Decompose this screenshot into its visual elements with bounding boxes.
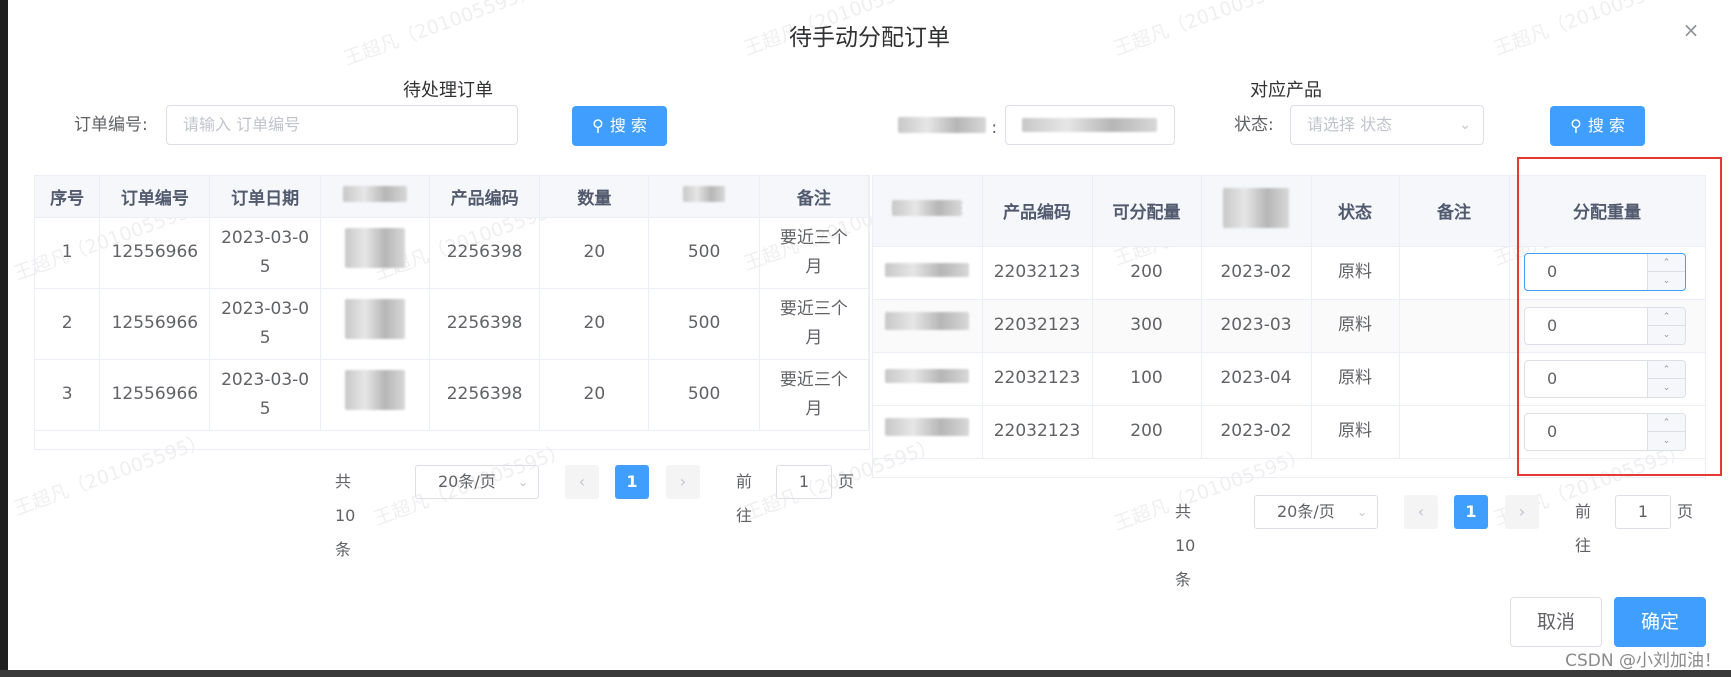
redacted-cell: [873, 246, 983, 300]
left-search-button[interactable]: ⚲ 搜 索: [572, 106, 667, 146]
redacted-cell: [320, 217, 430, 289]
col-header-redacted: [873, 176, 983, 247]
right-section-title: 对应产品: [1250, 80, 1322, 101]
col-header-redacted: [320, 176, 430, 218]
col-header: 状态: [1311, 176, 1400, 247]
dialog-title: 待手动分配订单: [789, 25, 950, 51]
redacted-cell: [320, 359, 430, 431]
credit-watermark: CSDN @小刘加油！: [1565, 651, 1721, 671]
page-unit-label: 页: [838, 472, 855, 491]
redacted-filter-input[interactable]: [1005, 105, 1175, 145]
chevron-left-icon: ‹: [578, 472, 586, 491]
col-header-redacted: [1201, 176, 1312, 247]
col-header: 可分配量: [1092, 176, 1202, 247]
col-header: 序号: [35, 176, 101, 218]
order-table: 序号 订单编号 订单日期 产品编码 数量 备注 1 12556966 2023-…: [34, 175, 870, 450]
total-count: 共 10 条: [335, 472, 356, 559]
chevron-down-icon: ⌄: [1356, 505, 1367, 519]
page-size-select[interactable]: 20条/页 ⌄: [1254, 495, 1378, 529]
search-icon: ⚲: [592, 116, 604, 135]
col-header: 数量: [539, 176, 650, 218]
col-header: 备注: [1399, 176, 1510, 247]
goto-page-input[interactable]: 1: [1615, 495, 1671, 529]
chevron-down-icon: ⌄: [1459, 117, 1471, 133]
status-select[interactable]: 请选择 状态 ⌄: [1290, 105, 1484, 145]
backdrop-left: [0, 0, 8, 677]
goto-label: 前往: [1575, 502, 1592, 555]
backdrop-bottom: [0, 670, 1731, 677]
table-row[interactable]: 2 12556966 2023-03-0 5 2256398 20 500 要近三…: [35, 288, 870, 360]
redacted-cell: [873, 352, 983, 406]
order-no-label: 订单编号:: [74, 115, 148, 135]
col-header: 订单编号: [99, 176, 211, 218]
total-count: 共 10 条: [1175, 502, 1196, 589]
table-row[interactable]: 3 12556966 2023-03-0 5 2256398 20 500 要近三…: [35, 359, 870, 431]
close-icon[interactable]: ×: [1679, 18, 1703, 42]
page-number[interactable]: 1: [1454, 495, 1488, 529]
confirm-button[interactable]: 确定: [1614, 597, 1706, 647]
chevron-right-icon: ›: [1518, 502, 1526, 521]
goto-page-input[interactable]: 1: [776, 465, 832, 499]
cancel-button[interactable]: 取消: [1510, 597, 1602, 647]
table-row[interactable]: 1 12556966 2023-03-0 5 2256398 20 500 要近三…: [35, 217, 870, 289]
chevron-right-icon: ›: [679, 472, 687, 491]
next-page-button[interactable]: ›: [666, 465, 700, 499]
page-unit-label: 页: [1677, 502, 1694, 521]
page-number[interactable]: 1: [615, 465, 649, 499]
search-icon: ⚲: [1570, 116, 1582, 135]
chevron-left-icon: ‹: [1417, 502, 1425, 521]
col-header: 产品编码: [982, 176, 1093, 247]
page-size-select[interactable]: 20条/页 ⌄: [415, 465, 539, 499]
next-page-button[interactable]: ›: [1505, 495, 1539, 529]
goto-label: 前往: [736, 472, 753, 525]
prev-page-button[interactable]: ‹: [1404, 495, 1438, 529]
table-header: 序号 订单编号 订单日期 产品编码 数量 备注: [35, 176, 870, 218]
left-section-title: 待处理订单: [403, 80, 493, 101]
order-no-input[interactable]: 请输入 订单编号: [166, 105, 518, 145]
prev-page-button[interactable]: ‹: [565, 465, 599, 499]
chevron-down-icon: ⌄: [517, 475, 528, 489]
col-header: 产品编码: [429, 176, 541, 218]
redacted-cell: [873, 405, 983, 459]
redacted-cell: [320, 288, 430, 360]
col-header: 备注: [759, 176, 870, 218]
redacted-cell: [873, 299, 983, 353]
col-header-redacted: [648, 176, 760, 218]
highlight-box: [1517, 157, 1722, 476]
redacted-filter-label: :: [898, 117, 997, 138]
right-search-button[interactable]: ⚲ 搜 索: [1550, 106, 1645, 146]
col-header: 订单日期: [209, 176, 321, 218]
assign-order-dialog: 王超凡（201005595） 王超凡（201005595） 王超凡（201005…: [8, 0, 1731, 670]
status-label: 状态:: [1234, 115, 1274, 135]
